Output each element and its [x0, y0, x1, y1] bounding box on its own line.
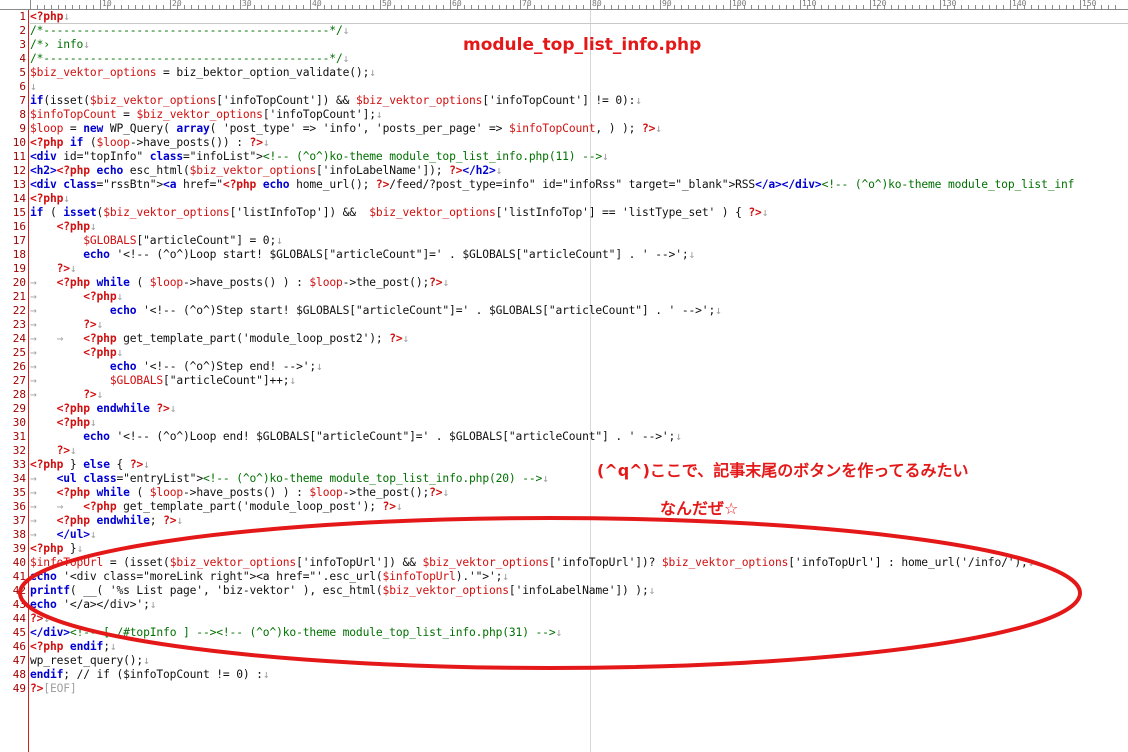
highlight-ellipse [18, 516, 1082, 670]
note-annotation-line1: (^q^)ここで、記事末尾のボタンを作ってるみたい [597, 461, 969, 480]
note-annotation-line2: なんだぜ☆ [660, 499, 739, 518]
filename-annotation: module_top_list_info.php [463, 35, 702, 55]
